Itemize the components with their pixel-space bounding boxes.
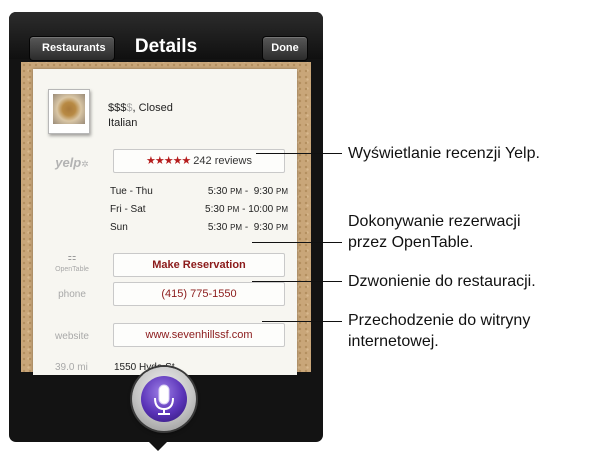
mic-button-face <box>141 376 187 422</box>
callout-leader-website <box>262 321 342 322</box>
hours-row: Fri - Sat 5:30 PM - 10:00 PM <box>110 204 288 222</box>
hours-times: 5:30 PM - 9:30 PM <box>207 186 288 197</box>
hours-close: 10:00 <box>248 204 274 215</box>
opentable-logo: ⚏ OpenTable <box>47 252 97 274</box>
callout-website-line1: Przechodzenie do witryny <box>348 312 531 329</box>
corkboard-background: $$$$, Closed Italian yelp✲ ★★★★★ 242 revi… <box>21 62 311 375</box>
callout-reservation-line2: przez OpenTable. <box>348 234 474 251</box>
opentable-logo-text: OpenTable <box>55 266 89 273</box>
review-count: 242 reviews <box>193 155 252 167</box>
hours-open: 5:30 <box>207 222 228 233</box>
hours-days: Tue - Thu <box>110 186 153 197</box>
hours-days: Fri - Sat <box>110 204 146 215</box>
callout-reservation-line1: Dokonywanie rezerwacji <box>348 213 521 230</box>
opening-hours: Tue - Thu 5:30 PM - 9:30 PM Fri - Sat 5:30… <box>110 186 288 240</box>
hours-close-ap: PM <box>276 187 288 196</box>
hours-close: 9:30 <box>253 222 274 233</box>
restaurant-photo[interactable] <box>48 89 90 134</box>
yelp-logo-text: yelp <box>55 155 82 170</box>
siri-panel: Restaurants Details Done $$$$, Closed It… <box>9 12 323 442</box>
callout-leader-reservation <box>252 242 342 243</box>
yelp-burst-icon: ✲ <box>81 159 89 169</box>
hours-times: 5:30 PM - 10:00 PM <box>205 204 288 215</box>
callout-call: Dzwonienie do restauracji. <box>348 273 536 290</box>
callout-yelp: Wyświetlanie recenzji Yelp. <box>348 145 540 162</box>
hours-open-ap: PM <box>227 205 240 214</box>
done-button[interactable]: Done <box>262 36 308 61</box>
website-label: website <box>55 331 89 342</box>
price-level: $$$ <box>108 102 127 114</box>
hours-times: 5:30 PM - 9:30 PM <box>207 222 288 233</box>
make-reservation-button[interactable]: Make Reservation <box>113 253 285 277</box>
website-button[interactable]: www.sevenhillssf.com <box>113 323 285 347</box>
open-status: , Closed <box>132 102 173 114</box>
distance: 39.0 mi <box>55 362 88 373</box>
panel-pointer <box>148 441 168 451</box>
phone-label: phone <box>58 289 86 300</box>
hours-days: Sun <box>110 222 128 233</box>
restaurant-details-card: $$$$, Closed Italian yelp✲ ★★★★★ 242 revi… <box>33 69 297 375</box>
hours-close: 9:30 <box>253 186 274 197</box>
navigation-bar: Restaurants Details Done <box>9 12 323 61</box>
food-photo-image <box>53 94 85 124</box>
hours-open-ap: PM <box>230 187 243 196</box>
hours-row: Tue - Thu 5:30 PM - 9:30 PM <box>110 186 288 204</box>
phone-button[interactable]: (415) 775-1550 <box>113 282 285 306</box>
microphone-icon <box>154 384 174 415</box>
yelp-logo: yelp✲ <box>47 155 97 170</box>
hours-close-ap: PM <box>276 205 288 214</box>
hours-open: 5:30 <box>207 186 228 197</box>
price-status: $$$$, Closed <box>108 102 173 114</box>
siri-microphone-button[interactable] <box>132 367 196 431</box>
hours-row: Sun 5:30 PM - 9:30 PM <box>110 222 288 240</box>
callout-leader-call <box>252 281 342 282</box>
callout-leader-yelp <box>256 153 342 154</box>
hours-open: 5:30 <box>205 204 225 215</box>
callout-website-line2: internetowej. <box>348 333 439 350</box>
hours-open-ap: PM <box>230 223 243 232</box>
opentable-icon: ⚏ <box>67 252 77 263</box>
cuisine: Italian <box>108 117 138 129</box>
hours-close-ap: PM <box>276 223 288 232</box>
rating-stars-icon: ★★★★★ <box>145 155 191 167</box>
